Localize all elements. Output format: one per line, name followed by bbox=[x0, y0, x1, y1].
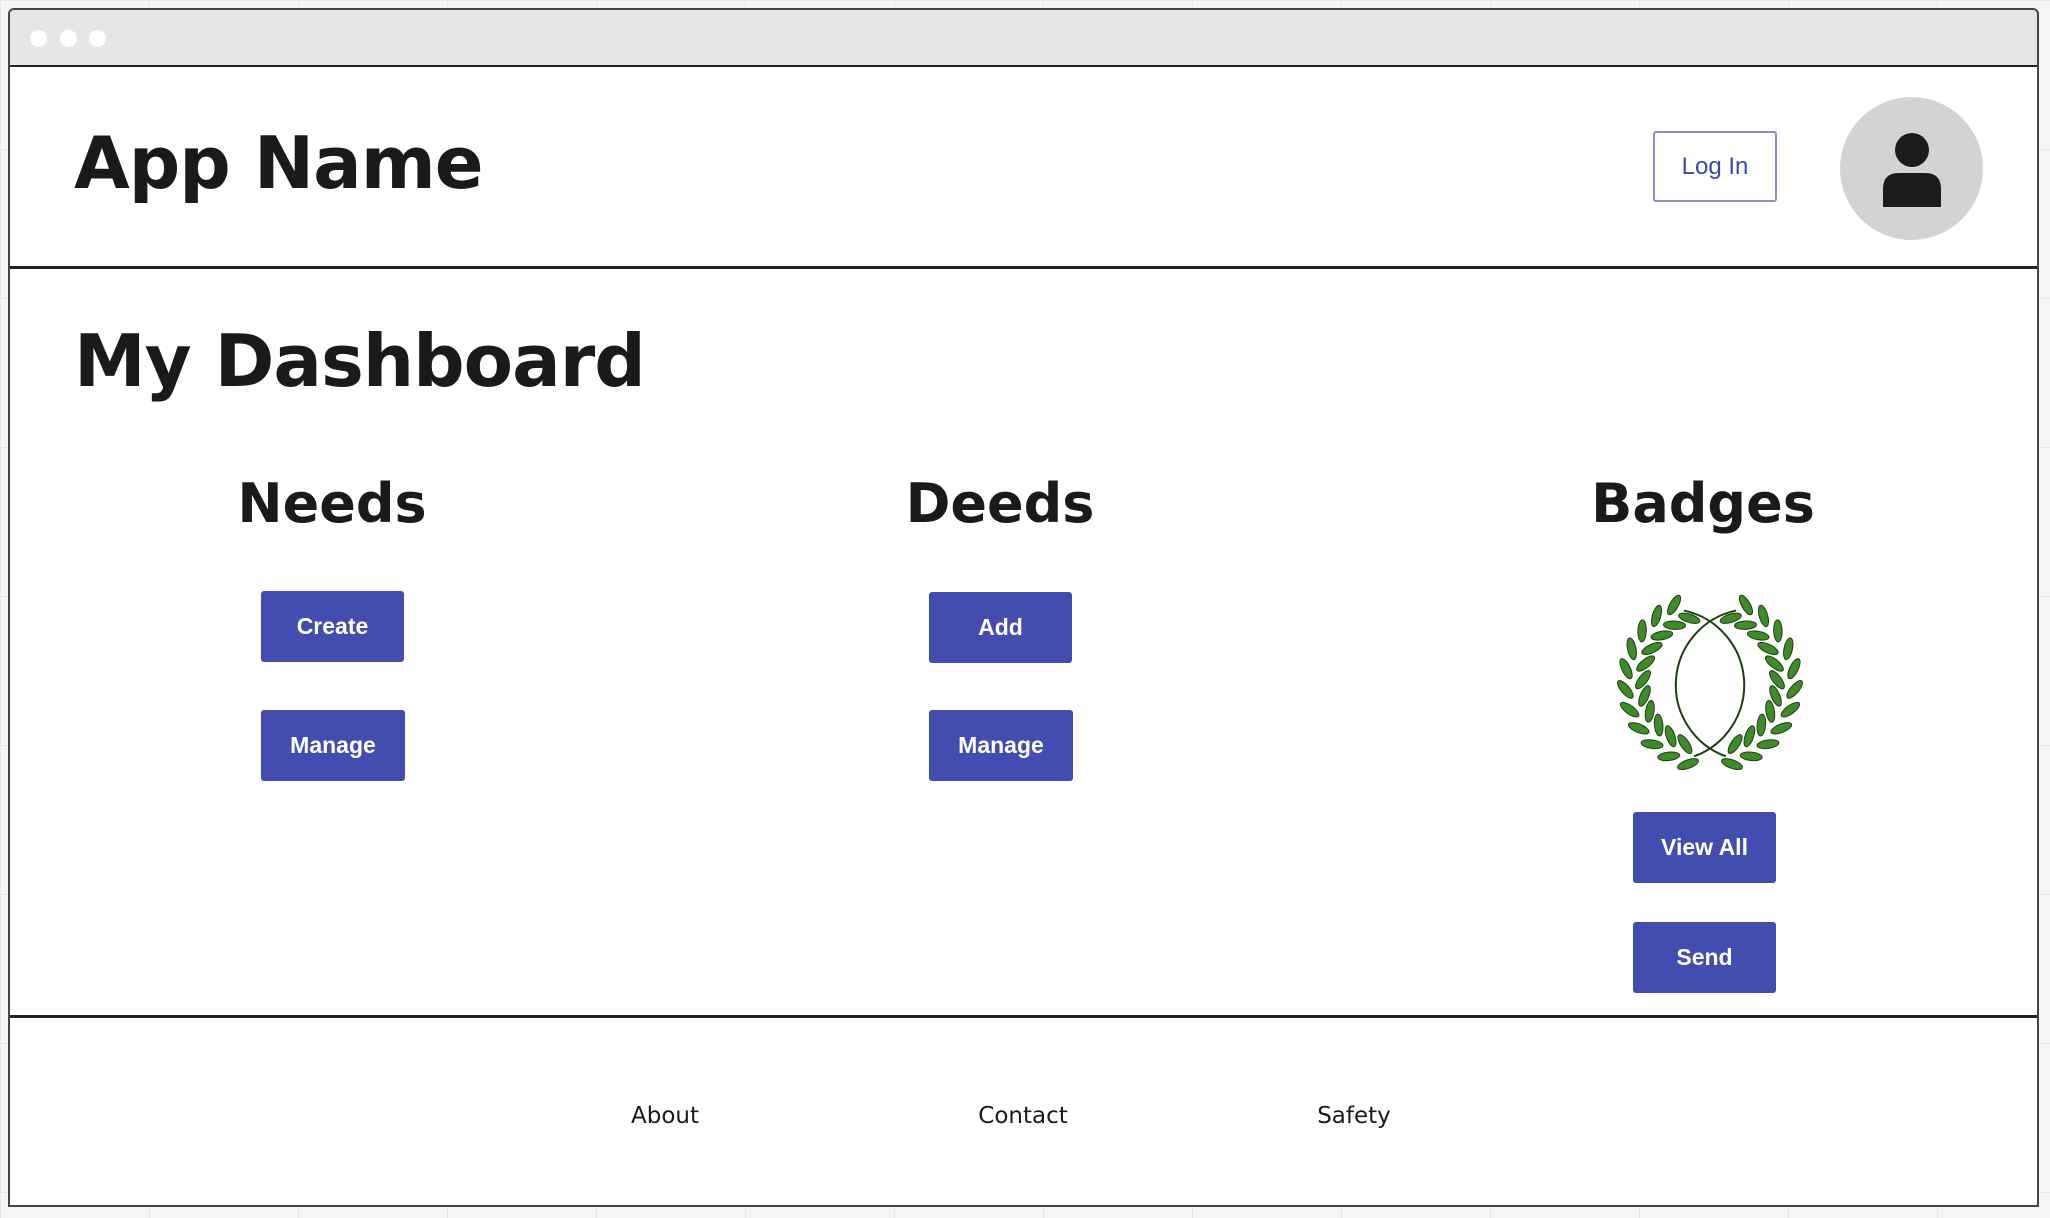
wreath-leaf bbox=[1770, 722, 1793, 735]
wreath-leaf bbox=[1644, 699, 1655, 723]
manage-deeds-button[interactable]: Manage bbox=[929, 710, 1073, 781]
user-icon bbox=[1882, 132, 1941, 207]
section-title-deeds: Deeds bbox=[905, 472, 1095, 535]
wreath-leaf bbox=[1637, 619, 1647, 643]
wreath-leaf bbox=[1734, 620, 1757, 630]
window-control-dot[interactable] bbox=[89, 30, 106, 47]
create-need-button[interactable]: Create bbox=[261, 591, 404, 662]
app-name: App Name bbox=[74, 121, 484, 205]
wreath-leaf bbox=[1727, 734, 1743, 755]
wreath-leaf bbox=[1617, 680, 1634, 699]
view-all-badges-button[interactable]: View All bbox=[1633, 812, 1776, 883]
page-title: My Dashboard bbox=[74, 319, 646, 403]
wreath-leaf bbox=[1773, 619, 1783, 643]
manage-needs-button[interactable]: Manage bbox=[261, 710, 405, 781]
wreath-leaf bbox=[1653, 713, 1664, 737]
wreath-leaf bbox=[1636, 655, 1656, 672]
wreath-leaf bbox=[1650, 630, 1674, 641]
wreath-leaf bbox=[1677, 758, 1699, 771]
wreath-leaf bbox=[1756, 739, 1780, 750]
footer-link-safety[interactable]: Safety bbox=[1317, 1103, 1391, 1129]
page-background: App Name Log In My Dashboard Needs Creat… bbox=[0, 0, 2050, 1218]
wreath-leaf bbox=[1721, 758, 1743, 771]
wreath-leaf bbox=[1756, 713, 1767, 737]
avatar[interactable] bbox=[1840, 97, 1983, 240]
wreath-leaf bbox=[1627, 722, 1650, 735]
wreath-leaf bbox=[1657, 751, 1681, 762]
wreath-leaf bbox=[1786, 680, 1803, 699]
send-badge-button[interactable]: Send bbox=[1633, 922, 1776, 993]
add-deed-button[interactable]: Add bbox=[929, 592, 1072, 663]
login-button[interactable]: Log In bbox=[1653, 131, 1777, 202]
wreath-leaf bbox=[1743, 725, 1756, 748]
wreath-leaf bbox=[1787, 658, 1801, 680]
dashboard-main: My Dashboard Needs Create Manage Deeds A… bbox=[10, 269, 2037, 1015]
window-titlebar bbox=[10, 10, 2037, 67]
wreath-leaf bbox=[1650, 604, 1663, 628]
wreath-leaf bbox=[1780, 701, 1801, 718]
wreath-leaf bbox=[1757, 604, 1770, 628]
browser-window: App Name Log In My Dashboard Needs Creat… bbox=[8, 8, 2039, 1207]
window-control-dot[interactable] bbox=[30, 30, 47, 47]
section-title-badges: Badges bbox=[1591, 472, 1815, 535]
wreath-leaf bbox=[1746, 630, 1770, 641]
wreath-leaf bbox=[1757, 641, 1779, 656]
laurel-wreath-icon bbox=[1617, 594, 1803, 771]
wreath-leaf bbox=[1677, 734, 1693, 755]
wreath-leaf bbox=[1619, 701, 1640, 718]
section-title-needs: Needs bbox=[237, 472, 427, 535]
wreath-leaf bbox=[1626, 637, 1637, 661]
wreath-leaf bbox=[1783, 637, 1794, 661]
footer-link-contact[interactable]: Contact bbox=[978, 1103, 1067, 1129]
wreath-leaf bbox=[1619, 658, 1633, 680]
wreath-leaf bbox=[1664, 725, 1677, 748]
window-control-dot[interactable] bbox=[60, 30, 77, 47]
wreath-leaf bbox=[1764, 655, 1784, 672]
wreath-leaf bbox=[1739, 751, 1763, 762]
footer-link-about[interactable]: About bbox=[631, 1103, 699, 1129]
wreath-leaf bbox=[1663, 620, 1686, 630]
app-footer: About Contact Safety bbox=[10, 1015, 2037, 1205]
wreath-leaf bbox=[1765, 699, 1776, 723]
wreath-leaf bbox=[1640, 739, 1664, 750]
app-header: App Name Log In bbox=[10, 67, 2037, 269]
wreath-leaf bbox=[1641, 641, 1663, 656]
